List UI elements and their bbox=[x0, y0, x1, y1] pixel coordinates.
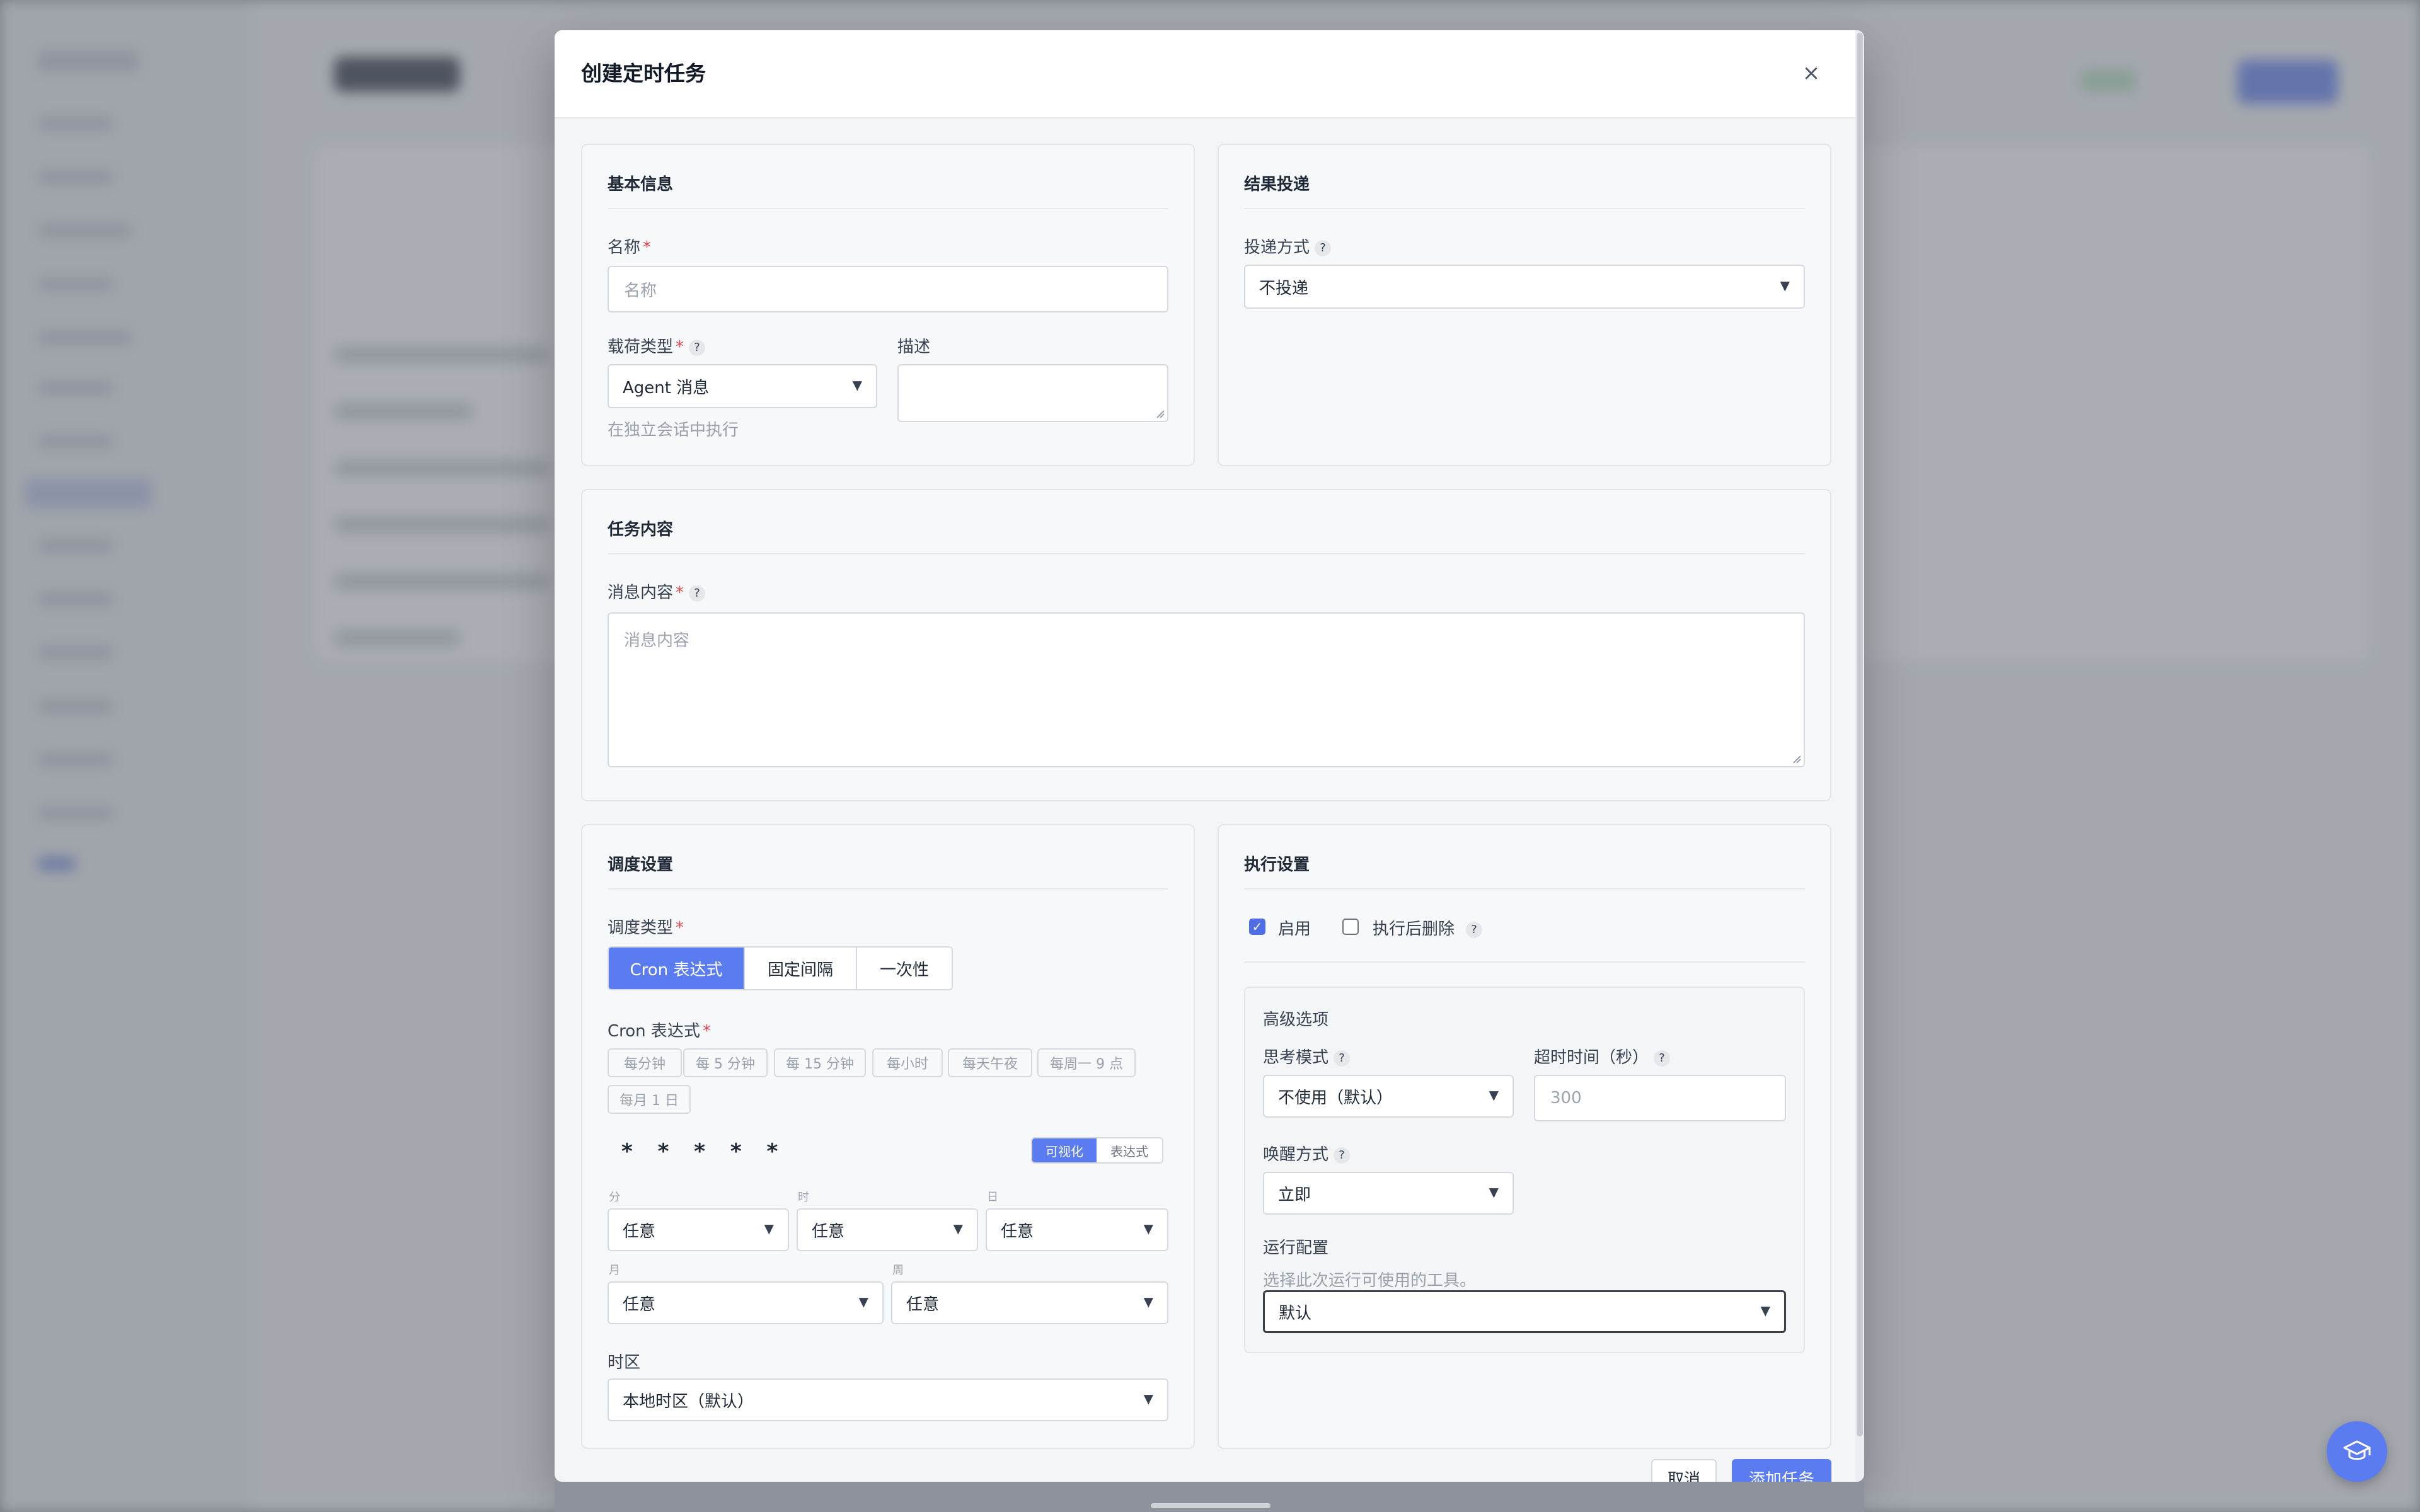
thinking-mode-select[interactable]: 不使用（默认） ▼ bbox=[1263, 1075, 1514, 1118]
help-icon[interactable]: ? bbox=[1315, 239, 1332, 256]
message-content-textarea[interactable]: 消息内容 bbox=[608, 612, 1805, 767]
preset-daily-midnight[interactable]: 每天午夜 bbox=[948, 1048, 1032, 1077]
help-icon[interactable]: ? bbox=[689, 585, 706, 602]
help-icon[interactable]: ? bbox=[1654, 1050, 1671, 1067]
dropdown-arrow-icon: ▼ bbox=[858, 1294, 868, 1309]
payload-hint: 在独立会话中执行 bbox=[608, 421, 739, 440]
view-visual[interactable]: 可视化 bbox=[1032, 1138, 1097, 1162]
section-title: 调度设置 bbox=[608, 852, 1168, 890]
bottom-handle bbox=[1151, 1503, 1270, 1508]
wake-mode-select[interactable]: 立即 ▼ bbox=[1263, 1172, 1514, 1215]
schedule-type-interval[interactable]: 固定间隔 bbox=[744, 948, 856, 989]
delivery-method-label: 投递方式? bbox=[1244, 234, 1332, 258]
week-label: 周 bbox=[892, 1264, 904, 1277]
dropdown-arrow-icon: ▼ bbox=[1143, 1294, 1153, 1309]
section-title: 结果投递 bbox=[1244, 171, 1805, 209]
month-select[interactable]: 任意 ▼ bbox=[608, 1281, 884, 1324]
help-icon[interactable]: ? bbox=[1334, 1050, 1351, 1067]
timeout-input[interactable]: 300 bbox=[1534, 1075, 1786, 1121]
minute-select[interactable]: 任意 ▼ bbox=[608, 1208, 789, 1251]
preset-every-minute[interactable]: 每分钟 bbox=[608, 1048, 682, 1077]
enable-checkbox[interactable]: ✓ bbox=[1249, 919, 1265, 935]
cron-expression-label: Cron 表达式 * bbox=[608, 1022, 711, 1041]
scrollbar-thumb[interactable] bbox=[1857, 33, 1863, 1436]
day-select[interactable]: 任意 ▼ bbox=[986, 1208, 1168, 1251]
preset-every-5-min[interactable]: 每 5 分钟 bbox=[683, 1048, 768, 1077]
month-label: 月 bbox=[609, 1264, 620, 1277]
dropdown-arrow-icon: ▼ bbox=[953, 1221, 963, 1236]
cron-view-toggle: 可视化 表达式 bbox=[1031, 1137, 1163, 1164]
preset-hourly[interactable]: 每小时 bbox=[872, 1048, 943, 1077]
day-label: 日 bbox=[987, 1191, 998, 1204]
description-textarea[interactable] bbox=[897, 364, 1168, 422]
payload-type-select[interactable]: Agent 消息 ▼ bbox=[608, 364, 877, 408]
modal-title: 创建定时任务 bbox=[581, 61, 706, 86]
preset-monday-9am[interactable]: 每周一 9 点 bbox=[1037, 1048, 1136, 1077]
dropdown-arrow-icon: ▼ bbox=[1489, 1087, 1499, 1102]
section-title: 任务内容 bbox=[608, 517, 1805, 554]
dropdown-arrow-icon: ▼ bbox=[1780, 278, 1790, 293]
modal-scrollbar[interactable] bbox=[1855, 30, 1864, 1482]
schedule-type-cron[interactable]: Cron 表达式 bbox=[609, 948, 744, 989]
enable-label[interactable]: 启用 bbox=[1278, 916, 1311, 939]
close-icon[interactable]: × bbox=[1799, 60, 1824, 86]
hour-select[interactable]: 任意 ▼ bbox=[797, 1208, 978, 1251]
name-label: 名称 * bbox=[608, 238, 652, 257]
delete-after-checkbox[interactable] bbox=[1342, 919, 1359, 935]
message-content-label: 消息内容 *? bbox=[608, 580, 706, 603]
dropdown-arrow-icon: ▼ bbox=[764, 1221, 774, 1236]
run-config-label: 运行配置 bbox=[1263, 1239, 1329, 1257]
run-config-select[interactable]: 默认 ▼ bbox=[1263, 1290, 1786, 1333]
description-label: 描述 bbox=[897, 338, 931, 357]
hour-label: 时 bbox=[798, 1191, 809, 1204]
help-icon[interactable]: ? bbox=[1466, 921, 1483, 938]
resize-handle-icon[interactable] bbox=[1156, 410, 1165, 418]
timezone-select[interactable]: 本地时区（默认） ▼ bbox=[608, 1378, 1168, 1421]
dropdown-arrow-icon: ▼ bbox=[1143, 1391, 1153, 1406]
resize-handle-icon[interactable] bbox=[1792, 755, 1801, 764]
run-config-hint: 选择此次运行可使用的工具。 bbox=[1263, 1271, 1477, 1290]
dropdown-arrow-icon: ▼ bbox=[1143, 1221, 1153, 1236]
wake-mode-label: 唤醒方式? bbox=[1263, 1142, 1351, 1165]
dropdown-arrow-icon: ▼ bbox=[1760, 1303, 1770, 1318]
dropdown-arrow-icon: ▼ bbox=[852, 377, 862, 392]
dropdown-arrow-icon: ▼ bbox=[1489, 1184, 1499, 1200]
delete-after-label[interactable]: 执行后删除? bbox=[1373, 916, 1483, 939]
thinking-mode-label: 思考模式? bbox=[1263, 1045, 1351, 1068]
schedule-type-once[interactable]: 一次性 bbox=[856, 948, 952, 989]
timeout-label: 超时时间（秒）? bbox=[1534, 1045, 1671, 1068]
floating-help-button[interactable] bbox=[2327, 1421, 2387, 1482]
view-expression[interactable]: 表达式 bbox=[1097, 1138, 1162, 1162]
divider bbox=[1244, 961, 1805, 963]
week-select[interactable]: 任意 ▼ bbox=[891, 1281, 1168, 1324]
timezone-label: 时区 bbox=[608, 1353, 641, 1372]
name-input[interactable]: 名称 bbox=[608, 266, 1168, 312]
modal-header: 创建定时任务 × bbox=[555, 30, 1864, 118]
graduation-cap-icon bbox=[2343, 1440, 2371, 1460]
minute-label: 分 bbox=[609, 1191, 620, 1204]
payload-type-label: 载荷类型 *? bbox=[608, 334, 706, 357]
advanced-options-title: 高级选项 bbox=[1263, 1011, 1329, 1029]
cron-expression-preview: * * * * * bbox=[621, 1139, 787, 1164]
help-icon[interactable]: ? bbox=[689, 339, 706, 356]
preset-every-15-min[interactable]: 每 15 分钟 bbox=[774, 1048, 866, 1077]
schedule-type-label: 调度类型 * bbox=[608, 919, 684, 937]
schedule-type-segmented: Cron 表达式 固定间隔 一次性 bbox=[608, 946, 953, 990]
delivery-method-select[interactable]: 不投递 ▼ bbox=[1244, 265, 1805, 309]
section-title: 基本信息 bbox=[608, 171, 1168, 209]
section-title: 执行设置 bbox=[1244, 852, 1805, 890]
help-icon[interactable]: ? bbox=[1334, 1147, 1351, 1164]
preset-monthly-1st[interactable]: 每月 1 日 bbox=[608, 1085, 691, 1114]
